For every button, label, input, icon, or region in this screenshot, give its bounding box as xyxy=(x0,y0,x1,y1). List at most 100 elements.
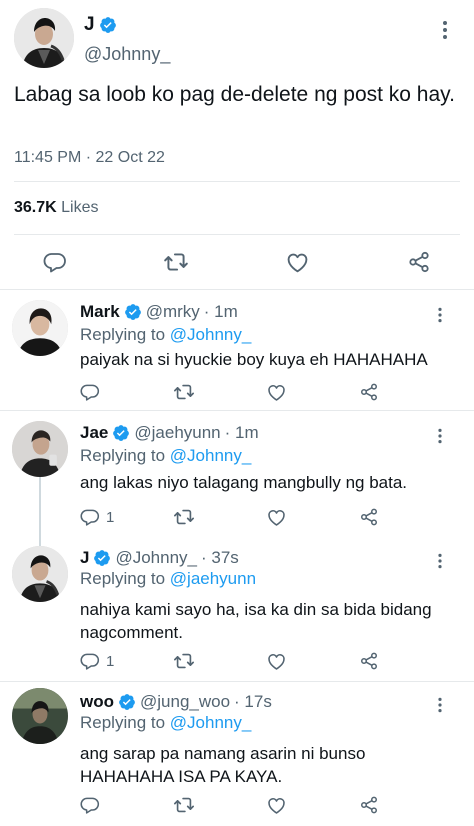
reply-button[interactable] xyxy=(80,379,106,405)
retweet-button[interactable] xyxy=(173,504,195,530)
verified-badge-icon xyxy=(124,303,142,321)
heart-icon xyxy=(285,250,310,275)
divider xyxy=(14,234,460,235)
author-handle[interactable]: @jung_woo xyxy=(140,692,230,712)
avatar[interactable] xyxy=(12,688,68,744)
avatar[interactable] xyxy=(14,8,74,68)
reply-button[interactable] xyxy=(40,247,70,277)
more-icon xyxy=(436,694,444,716)
author-handle[interactable]: @mrky xyxy=(146,302,200,322)
author-handle[interactable]: @Johnny_ xyxy=(84,44,170,65)
tweet-actions xyxy=(0,247,474,277)
verified-badge-icon xyxy=(93,549,111,567)
divider xyxy=(0,681,474,682)
reply-header: J @Johnny_ · 37s xyxy=(80,548,239,568)
like-button[interactable] xyxy=(266,504,287,530)
avatar-image xyxy=(14,8,74,68)
replying-to: Replying to @jaehyunn xyxy=(80,569,256,589)
reply-count: 1 xyxy=(106,508,115,526)
reply-icon xyxy=(80,507,100,527)
reply-text: ang lakas niyo talagang mangbully ng bat… xyxy=(80,473,408,492)
more-options-button[interactable] xyxy=(436,425,452,447)
author-name[interactable]: J xyxy=(80,548,89,568)
reply-time: · 37s xyxy=(201,548,239,567)
reply-actions xyxy=(0,792,474,818)
divider xyxy=(14,181,460,182)
avatar[interactable] xyxy=(12,421,68,477)
reply-time: · 17s xyxy=(234,692,272,711)
share-button[interactable] xyxy=(404,247,434,277)
tweet-text: Labag sa loob ko pag de-delete ng post k… xyxy=(14,83,455,106)
replying-label: Replying to xyxy=(80,325,170,344)
more-options-button[interactable] xyxy=(440,18,460,42)
share-button[interactable] xyxy=(359,648,379,674)
replying-mention[interactable]: @Johnny_ xyxy=(170,713,252,732)
share-button[interactable] xyxy=(359,504,379,530)
reply-button[interactable] xyxy=(80,792,106,818)
avatar[interactable] xyxy=(12,300,68,356)
share-icon xyxy=(407,250,431,274)
reply-text: ang sarap pa namang asarin ni bunso HAHA… xyxy=(80,744,366,786)
retweet-icon xyxy=(173,506,195,528)
author-handle[interactable]: @jaehyunn xyxy=(134,423,220,443)
like-button[interactable] xyxy=(266,379,287,405)
share-button[interactable] xyxy=(359,792,379,818)
reply-header: Mark @mrky · 1m xyxy=(80,302,238,322)
retweet-button[interactable] xyxy=(173,379,195,405)
reply-tweet[interactable]: J @Johnny_ · 37s Replying to @jaehyunn n… xyxy=(0,541,474,681)
replying-mention[interactable]: @jaehyunn xyxy=(170,569,256,588)
reply-actions: 1 xyxy=(0,648,474,674)
reply-tweet[interactable]: woo @jung_woo · 17s Replying to @Johnny_… xyxy=(0,684,474,826)
reply-icon xyxy=(43,250,67,274)
main-tweet: J @Johnny_ Labag sa loob ko pag de-delet… xyxy=(0,0,474,290)
replying-mention[interactable]: @Johnny_ xyxy=(170,446,252,465)
author-name[interactable]: Mark xyxy=(80,302,120,322)
more-options-button[interactable] xyxy=(436,304,452,326)
avatar-image xyxy=(12,300,68,356)
reply-button[interactable]: 1 xyxy=(80,648,114,674)
author-name[interactable]: Jae xyxy=(80,423,108,443)
author-name[interactable]: J xyxy=(84,14,95,36)
retweet-button[interactable] xyxy=(161,247,191,277)
reply-header: woo @jung_woo · 17s xyxy=(80,692,272,712)
heart-icon xyxy=(266,507,287,528)
likes-count: 36.7K xyxy=(14,199,57,216)
divider xyxy=(0,410,474,411)
more-options-button[interactable] xyxy=(436,694,452,716)
replying-mention[interactable]: @Johnny_ xyxy=(170,325,252,344)
reply-actions xyxy=(0,379,474,405)
share-button[interactable] xyxy=(359,379,379,405)
reply-header: Jae @jaehyunn · 1m xyxy=(80,423,259,443)
like-button[interactable] xyxy=(266,792,287,818)
retweet-button[interactable] xyxy=(173,648,195,674)
likes-summary[interactable]: 36.7K Likes xyxy=(14,199,99,217)
share-icon xyxy=(359,507,379,527)
author-name-row: J xyxy=(84,14,117,36)
avatar-image xyxy=(12,421,68,477)
avatar-image xyxy=(12,688,68,744)
author-handle[interactable]: @Johnny_ xyxy=(115,548,197,568)
like-button[interactable] xyxy=(266,648,287,674)
more-icon xyxy=(436,425,444,447)
reply-tweet[interactable]: Mark @mrky · 1m Replying to @Johnny_ pai… xyxy=(0,292,474,410)
replying-label: Replying to xyxy=(80,569,170,588)
verified-badge-icon xyxy=(112,424,130,442)
replying-label: Replying to xyxy=(80,713,170,732)
like-button[interactable] xyxy=(282,247,312,277)
verified-badge-icon xyxy=(99,16,117,34)
replying-to: Replying to @Johnny_ xyxy=(80,713,251,733)
retweet-icon xyxy=(173,650,195,672)
author-name[interactable]: woo xyxy=(80,692,114,712)
retweet-icon xyxy=(173,794,195,816)
heart-icon xyxy=(266,651,287,672)
tweet-timestamp[interactable]: 11:45 PM · 22 Oct 22 xyxy=(14,149,165,167)
heart-icon xyxy=(266,795,287,816)
more-options-button[interactable] xyxy=(436,550,452,572)
reply-button[interactable]: 1 xyxy=(80,504,114,530)
avatar[interactable] xyxy=(12,546,68,602)
reply-time: · 1m xyxy=(224,423,259,442)
reply-tweet[interactable]: Jae @jaehyunn · 1m Replying to @Johnny_ … xyxy=(0,413,474,541)
retweet-button[interactable] xyxy=(173,792,195,818)
reply-text: paiyak na si hyuckie boy kuya eh HAHAHAH… xyxy=(80,350,428,369)
avatar-image xyxy=(12,546,68,602)
